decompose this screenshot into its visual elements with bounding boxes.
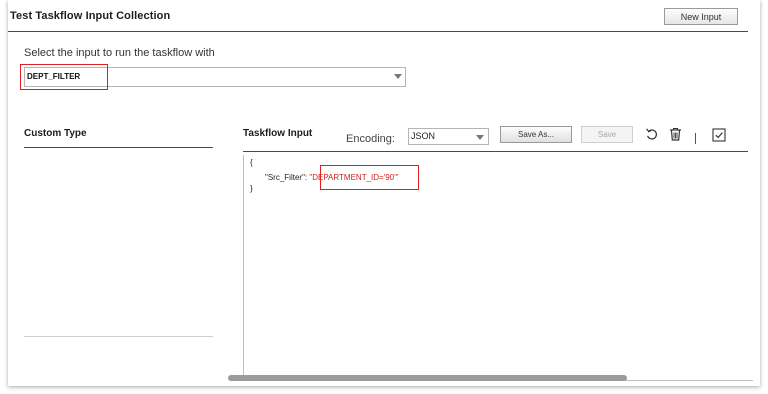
undo-icon[interactable] — [645, 127, 659, 141]
highlight-box-input — [20, 64, 108, 90]
custom-type-bottom-divider — [24, 336, 213, 337]
encoding-label: Encoding: — [346, 133, 395, 145]
taskflow-input-divider — [243, 151, 748, 152]
check-square-icon[interactable] — [712, 128, 726, 142]
horizontal-scrollbar[interactable] — [228, 375, 627, 381]
json-key: "Src_Filter": — [265, 173, 310, 182]
toolbar-separator — [695, 133, 696, 144]
trash-icon[interactable] — [669, 127, 682, 141]
code-line-1: { — [250, 158, 253, 167]
header-divider — [8, 31, 748, 32]
highlight-box-value — [320, 165, 419, 190]
chevron-down-icon[interactable] — [476, 135, 484, 140]
save-as-button[interactable]: Save As... — [500, 126, 572, 143]
custom-type-heading: Custom Type — [24, 128, 87, 139]
encoding-value: JSON — [411, 131, 436, 141]
custom-type-divider — [24, 147, 213, 148]
new-input-button[interactable]: New Input — [664, 8, 738, 25]
save-button[interactable]: Save — [581, 126, 633, 143]
chevron-down-icon[interactable] — [394, 74, 402, 79]
taskflow-input-heading: Taskflow Input — [243, 128, 313, 139]
code-line-3: } — [250, 184, 253, 193]
dialog-title: Test Taskflow Input Collection — [10, 10, 171, 22]
select-input-label: Select the input to run the taskflow wit… — [24, 47, 215, 59]
